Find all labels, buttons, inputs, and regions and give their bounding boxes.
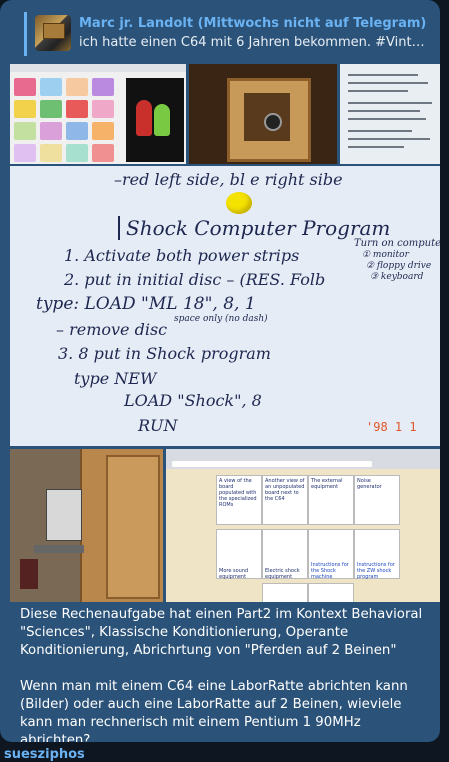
thumbnail <box>40 78 62 96</box>
thumbnail <box>40 144 62 162</box>
gallery-cell <box>262 583 308 602</box>
hand-title: Shock Computer Program <box>118 216 390 240</box>
gallery-caption: Another view of an unpopulated board nex… <box>265 478 305 502</box>
gallery-cell: Instructions for the Shock machine <box>308 529 354 580</box>
thumbnail <box>66 144 88 162</box>
gallery-cell: The external equipment <box>308 475 354 525</box>
hand-type-cmd: type: LOAD "ML 18", 8, 1 <box>36 294 256 314</box>
gallery-cell: Noise generator <box>354 475 400 525</box>
gallery-caption: Noise generator <box>357 478 382 490</box>
gallery-caption-link[interactable]: Instructions for the ZW shock program <box>357 562 397 580</box>
reply-thumbnail <box>35 15 71 51</box>
hand-line-1: –red left side, bl e right sibe <box>114 170 343 189</box>
photo-image-search[interactable] <box>10 64 186 164</box>
hand-type-new: type NEW <box>74 369 157 388</box>
browser-toolbar <box>166 449 440 469</box>
cartoon-preview <box>126 78 184 162</box>
hand-note: space only (no dash) <box>174 314 268 324</box>
url-bar <box>172 461 372 467</box>
hand-run: RUN <box>138 416 178 435</box>
next-message-sender[interactable]: suesziphos <box>4 747 85 762</box>
text-line <box>348 102 432 104</box>
reply-author: Marc jr. Landolt (Mittwochs nicht auf Te… <box>79 16 427 31</box>
hand-step2: 2. put in initial disc – (RES. Folb <box>64 270 326 289</box>
thumbnail <box>66 100 88 118</box>
thumbnail <box>40 122 62 140</box>
thumbnail <box>40 100 62 118</box>
desk <box>34 545 84 553</box>
thumbnail <box>14 122 36 140</box>
thumbnail <box>92 100 114 118</box>
gallery-cell <box>308 583 354 602</box>
reply-quote[interactable]: Marc jr. Landolt (Mittwochs nicht auf Te… <box>24 12 431 56</box>
cabinet-door <box>106 455 160 599</box>
photo-whiteboard-instructions[interactable]: –red left side, bl e right sibe Shock Co… <box>10 166 440 446</box>
gallery-caption: More sound equipment <box>219 568 249 580</box>
reply-text: ich hatte einen C64 mit 6 Jahren bekomme… <box>79 35 429 50</box>
pushpin <box>226 192 252 214</box>
message-bubble: Marc jr. Landolt (Mittwochs nicht auf Te… <box>0 0 440 742</box>
text-line <box>348 138 430 140</box>
message-paragraph-2: Wenn man mit einem C64 eine LaborRatte a… <box>20 679 408 742</box>
hand-side-1: Turn on computer <box>354 238 440 249</box>
gallery-caption: Electric shock equipment <box>265 568 300 580</box>
thumbnail <box>14 100 36 118</box>
hand-remove: – remove disc <box>56 320 168 339</box>
chair <box>20 559 38 589</box>
cabinet <box>227 78 311 162</box>
gallery-cell: A view of the board populated with the s… <box>216 475 262 525</box>
text-line <box>348 118 426 120</box>
gallery-caption: A view of the board populated with the s… <box>219 478 257 508</box>
thumbnail <box>92 78 114 96</box>
thumbnail <box>66 78 88 96</box>
hand-step1: 1. Activate both power strips <box>64 246 300 265</box>
device <box>264 113 282 131</box>
hand-step3: 3. 8 put in Shock program <box>58 344 271 363</box>
text-line <box>348 82 428 84</box>
text-line <box>348 146 404 148</box>
thumbnail <box>92 122 114 140</box>
hand-side-2: ① monitor <box>362 250 409 260</box>
gallery-cell: Electric shock equipment <box>262 529 308 580</box>
thumbnail <box>14 144 36 162</box>
gallery-caption: The external equipment <box>311 478 343 490</box>
text-line <box>348 90 408 92</box>
photo-document[interactable] <box>340 64 440 164</box>
photo-webpage-gallery[interactable]: A view of the board populated with the s… <box>166 449 440 602</box>
browser-bar <box>10 64 186 72</box>
equipment-rack <box>46 489 82 541</box>
hand-load: LOAD "Shock", 8 <box>124 391 262 410</box>
gallery-caption-link[interactable]: Instructions for the Shock machine <box>311 562 351 580</box>
text-line <box>348 74 418 76</box>
gallery-cell: Instructions for the ZW shock program <box>354 529 400 580</box>
cabinet-interior <box>244 93 290 141</box>
photo-date-stamp: '98 1 1 <box>366 420 417 434</box>
text-line <box>348 110 420 112</box>
thumbnail <box>66 122 88 140</box>
hand-side-3: ② floppy drive <box>366 261 432 271</box>
message-text: Diese Rechenaufgabe hat einen Part2 im K… <box>20 606 426 742</box>
gallery-cell: Another view of an unpopulated board nex… <box>262 475 308 525</box>
photo-lab-room[interactable] <box>10 449 163 602</box>
photo-wooden-cabinet[interactable] <box>189 64 337 164</box>
gallery-cell: More sound equipment <box>216 529 262 580</box>
text-line <box>348 130 412 132</box>
message-paragraph-1: Diese Rechenaufgabe hat einen Part2 im K… <box>20 607 423 658</box>
thumbnail <box>92 144 114 162</box>
thumbnail <box>14 78 36 96</box>
hand-side-4: ③ keyboard <box>370 272 424 282</box>
